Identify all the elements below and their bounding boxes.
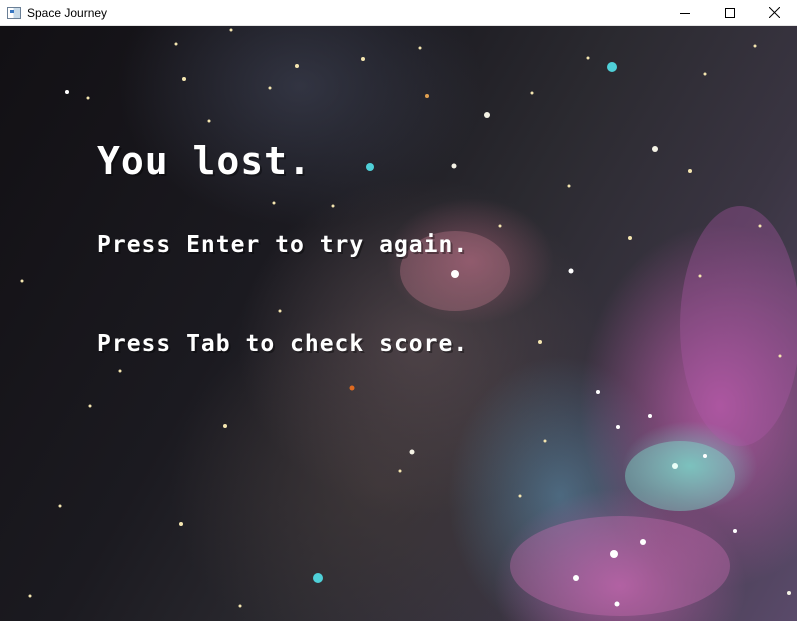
close-icon [769, 7, 780, 18]
retry-prompt: Press Enter to try again. [97, 232, 469, 258]
minimize-button[interactable] [662, 0, 707, 25]
game-window: Space Journey You lost. Press Enter to t… [0, 0, 797, 621]
game-canvas[interactable]: You lost. Press Enter to try again. Pres… [0, 26, 797, 621]
score-prompt: Press Tab to check score. [97, 331, 469, 357]
starfield-background [20, 28, 797, 616]
maximize-icon [724, 7, 735, 18]
app-icon [7, 6, 21, 19]
window-title: Space Journey [27, 5, 108, 20]
minimize-icon [679, 12, 690, 14]
game-over-title: You lost. [97, 139, 312, 183]
maximize-button[interactable] [707, 0, 752, 25]
close-button[interactable] [752, 0, 797, 25]
title-bar[interactable]: Space Journey [0, 0, 797, 26]
